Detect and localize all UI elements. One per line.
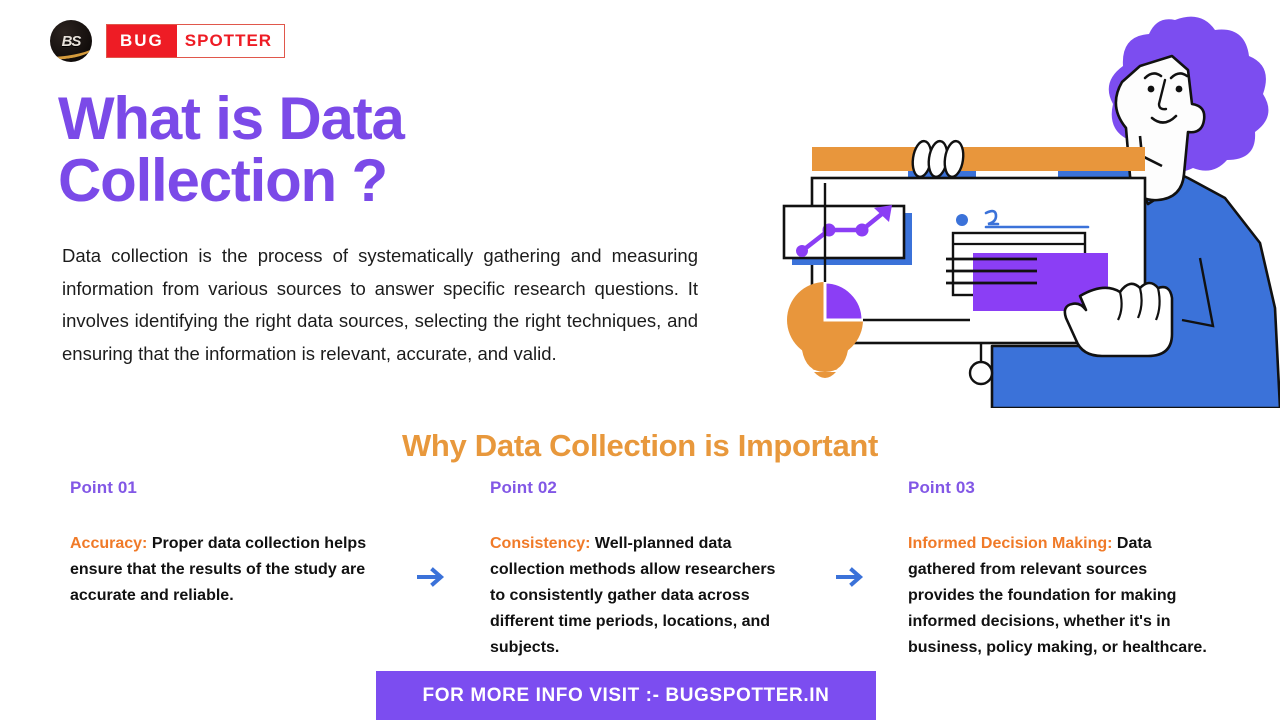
point-column-3: Point 03 Informed Decision Making: Data … (908, 478, 1208, 661)
brand-wordmark: BUG SPOTTER (106, 24, 286, 58)
point-body-3: Informed Decision Making: Data gathered … (908, 531, 1208, 661)
point-term-2: Consistency: (490, 535, 591, 552)
arrow-right-icon (417, 567, 445, 587)
point-column-1: Point 01 Accuracy: Proper data collectio… (70, 478, 370, 609)
page-title-line-2: Collection ? (58, 146, 388, 214)
infographic-page: BS BUG SPOTTER What is Data Collection ?… (0, 0, 1280, 720)
wordmark-bug: BUG (107, 25, 177, 57)
person-head (1108, 16, 1269, 202)
hanging-circle-icon (968, 343, 994, 386)
point-label-2: Point 02 (490, 478, 557, 497)
point-term-1: Accuracy: (70, 535, 148, 552)
point-term-3: Informed Decision Making: (908, 535, 1113, 552)
arrow-right-icon (836, 567, 864, 587)
logo-badge-icon: BS (50, 20, 92, 62)
point-text-3: Data gathered from relevant sources prov… (908, 535, 1207, 656)
brand-logo[interactable]: BS BUG SPOTTER (50, 20, 286, 62)
page-title-line-1: What is Data (58, 85, 405, 152)
intro-paragraph: Data collection is the process of system… (62, 245, 698, 365)
points-row: Point 01 Accuracy: Proper data collectio… (0, 478, 1280, 688)
page-title: What is Data Collection ? (58, 88, 758, 212)
line-chart-card (782, 204, 912, 265)
point-body-2: Consistency: Well-planned data collectio… (490, 531, 790, 661)
gripping-hand-icon (911, 139, 965, 179)
illustration-person-presenting-data (782, 16, 1280, 408)
cta-banner[interactable]: FOR MORE INFO VISIT :- BUGSPOTTER.IN (376, 671, 876, 720)
board-top-bar (812, 147, 1145, 171)
logo-badge-initials: BS (61, 32, 82, 50)
point-body-1: Accuracy: Proper data collection helps e… (70, 531, 370, 609)
point-column-2: Point 02 Consistency: Well-planned data … (490, 478, 790, 661)
point-label-3: Point 03 (908, 478, 975, 497)
section-heading: Why Data Collection is Important (401, 428, 879, 463)
wordmark-spotter: SPOTTER (176, 25, 285, 57)
point-text-2: Well-planned data collection methods all… (490, 535, 776, 656)
point-label-1: Point 01 (70, 478, 137, 497)
